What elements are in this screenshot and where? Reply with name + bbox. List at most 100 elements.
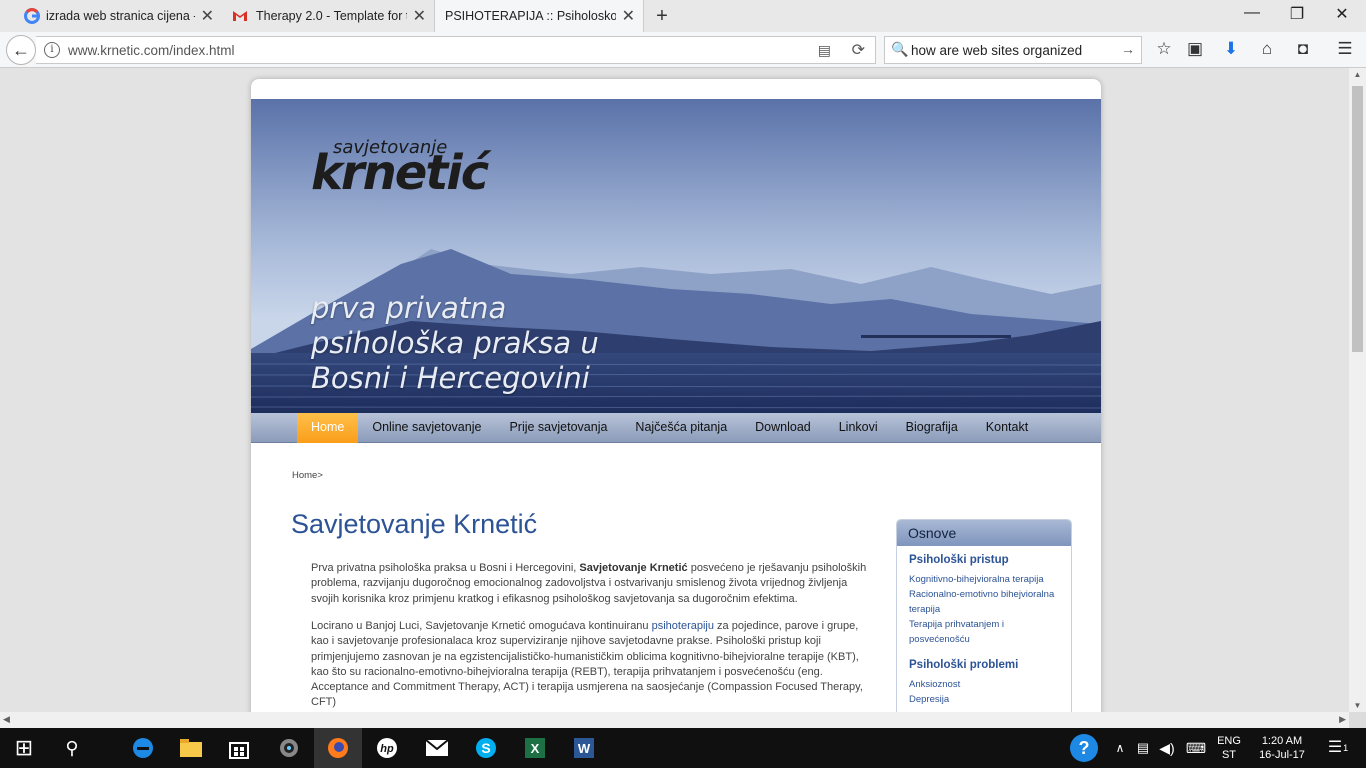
start-button[interactable]: ⊞ [0,728,48,768]
text: Locirano u Banjoj Luci, Savjetovanje Krn… [311,620,652,632]
edge-icon[interactable] [119,728,167,768]
clock[interactable]: 1:20 AM 16-Jul-17 [1250,728,1314,768]
pocket-icon[interactable]: ◘ [1290,39,1316,59]
tagline-line: psihološka praksa u [311,326,599,360]
close-icon[interactable]: ✕ [413,6,426,26]
google-icon [24,8,40,24]
breadcrumb[interactable]: Home> [292,470,323,481]
navigation-bar: ← i www.krnetic.com/index.html ▤ ⟳ 🔍 how… [0,32,1366,68]
volume-icon[interactable]: ◀) [1156,728,1178,768]
sidebar-section-title[interactable]: Psihološki pristup [909,554,1071,566]
sidebar-title: Osnove [897,520,1071,546]
sidebar-link[interactable]: Racionalno-emotivno bihejvioralna terapi… [909,587,1065,617]
sidebar-link[interactable]: Kognitivno-bihejvioralna terapija [909,572,1065,587]
restore-button[interactable]: ❐ [1277,4,1317,24]
minimize-button[interactable]: — [1232,4,1272,22]
menu-najcesca-pitanja[interactable]: Najčešća pitanja [621,413,741,443]
svg-text:?: ? [1079,738,1090,758]
notifications-icon[interactable]: ☰ 1 [1320,728,1356,768]
help-icon[interactable]: ? [1066,728,1102,768]
skype-icon[interactable]: S [462,728,510,768]
tab-psihoterapija[interactable]: PSIHOTERAPIJA :: Psiholosko sav ✕ [434,0,644,32]
close-window-button[interactable]: ✕ [1322,4,1362,24]
scroll-right-icon[interactable]: ▶ [1339,714,1346,725]
svg-text:X: X [531,741,540,756]
psihoterapija-link[interactable]: psihoterapiju [652,620,714,632]
sidebar-link[interactable]: Depresija [909,692,1065,707]
menu-linkovi[interactable]: Linkovi [825,413,892,443]
store-icon[interactable] [215,728,263,768]
show-hidden-icons[interactable]: ∧ [1110,728,1130,768]
info-icon[interactable]: i [44,42,60,58]
menu-download[interactable]: Download [741,413,825,443]
language-layout: ST [1221,749,1237,761]
language-code: ENG [1217,735,1241,747]
scroll-up-icon[interactable]: ▲ [1349,70,1366,79]
intro-paragraph: Prva privatna psihološka praksa u Bosni … [311,561,877,607]
language-indicator[interactable]: ENG ST [1212,728,1246,768]
logo-text[interactable]: krnetić [311,145,489,201]
scroll-left-icon[interactable]: ◀ [3,714,10,725]
horizontal-scrollbar[interactable]: ◀ ▶ [0,712,1349,728]
network-icon[interactable]: ▤ [1132,728,1154,768]
search-input[interactable]: 🔍 how are web sites organized → [884,36,1142,64]
menu-icon[interactable]: ☰ [1332,39,1358,59]
hp-icon[interactable]: hp [363,728,411,768]
menu-online-savjetovanje[interactable]: Online savjetovanje [358,413,495,443]
tab-google-search[interactable]: izrada web stranica cijena - G ✕ [0,0,222,32]
header-banner: savjetovanje krnetić prva privatna psiho… [251,99,1101,413]
tab-label: Therapy 2.0 - Template for th [256,9,407,23]
scroll-thumb[interactable] [1352,86,1363,352]
keyboard-icon[interactable]: ⌨ [1182,728,1210,768]
file-explorer-icon[interactable] [167,728,215,768]
clock-time: 1:20 AM [1261,735,1303,747]
sidebar-link[interactable]: Terapija prihvatanjem i posvećenošću [909,617,1065,647]
bold-text: Savjetovanje Krnetić [579,562,688,574]
url-text[interactable]: www.krnetic.com/index.html [68,43,235,58]
search-go-icon[interactable]: → [1121,41,1135,57]
svg-text:W: W [578,741,591,756]
menu-prije-savjetovanja[interactable]: Prije savjetovanja [495,413,621,443]
taskbar: ⊞ ⚲ hp S X W ? ∧ ▤ ◀) ⌨ ENG ST 1:20 AM 1… [0,728,1366,768]
vertical-scrollbar[interactable]: ▲ ▼ [1349,68,1366,712]
sidebar-section-title[interactable]: Psihološki problemi [909,659,1071,671]
site-menu: Home Online savjetovanje Prije savjetova… [251,413,1101,443]
home-icon[interactable]: ⌂ [1254,39,1280,59]
tab-bar: izrada web stranica cijena - G ✕ Therapy… [0,0,1366,32]
tab-gmail[interactable]: Therapy 2.0 - Template for th ✕ [222,0,434,32]
web-viewport: savjetovanje krnetić prva privatna psiho… [0,68,1349,712]
scroll-corner [1349,712,1366,728]
sidebar-link[interactable]: Anksioznost [909,677,1065,692]
mail-icon[interactable] [413,728,461,768]
svg-text:hp: hp [380,743,394,755]
back-button[interactable]: ← [6,35,36,65]
tagline-line: Bosni i Hercegovini [311,361,590,395]
sidebar-box: Osnove Psihološki pristup Kognitivno-bih… [896,519,1072,712]
excel-icon[interactable]: X [511,728,559,768]
clock-date: 16-Jul-17 [1259,749,1305,761]
close-icon[interactable]: ✕ [622,6,635,26]
tab-label: izrada web stranica cijena - G [46,9,195,23]
page-title: Savjetovanje Krnetić [291,509,538,539]
menu-home[interactable]: Home [297,413,359,443]
new-tab-button[interactable]: + [650,5,674,28]
url-bar[interactable]: i www.krnetic.com/index.html ▤ ⟳ [36,36,876,64]
app-icon[interactable] [265,728,313,768]
firefox-icon[interactable] [314,728,362,768]
gmail-icon [233,11,247,21]
reload-icon[interactable]: ⟳ [852,40,865,60]
search-icon: 🔍 [891,41,909,57]
search-value[interactable]: how are web sites organized [911,43,1082,58]
scroll-down-icon[interactable]: ▼ [1349,701,1366,710]
reader-view-icon[interactable]: ▤ [818,42,831,59]
library-icon[interactable]: ▣ [1182,39,1208,59]
tagline: prva privatna psihološka praksa u Bosni … [311,291,599,396]
close-icon[interactable]: ✕ [201,6,214,26]
notification-count: 1 [1343,743,1349,753]
search-button[interactable]: ⚲ [48,728,96,768]
download-icon[interactable]: ⬇ [1218,39,1244,59]
menu-kontakt[interactable]: Kontakt [972,413,1042,443]
menu-biografija[interactable]: Biografija [892,413,972,443]
bookmark-star-icon[interactable]: ☆ [1151,39,1177,59]
word-icon[interactable]: W [560,728,608,768]
